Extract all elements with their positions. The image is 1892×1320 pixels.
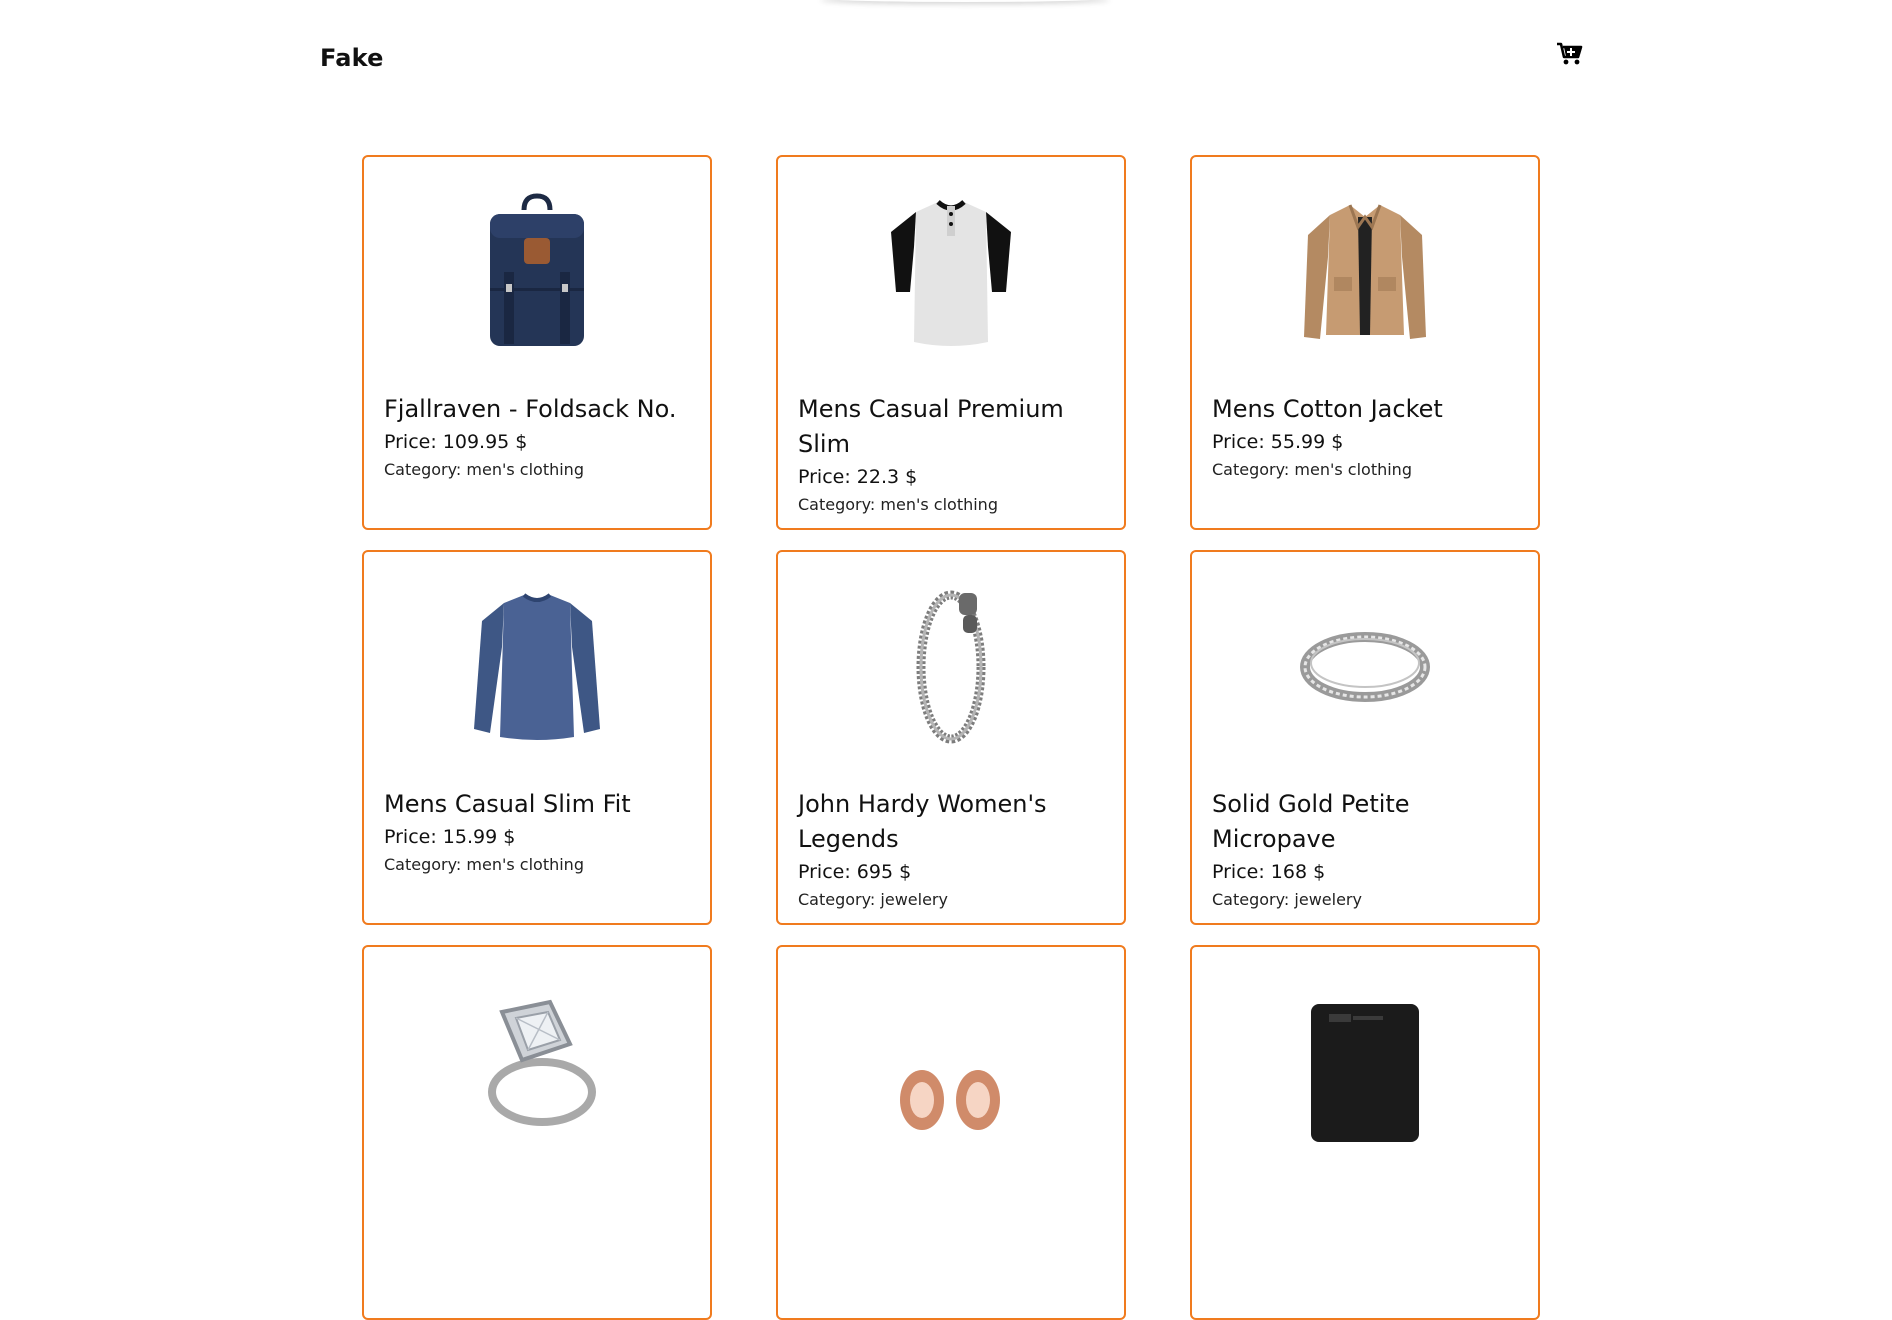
- product-title: Solid Gold Petite Micropave: [1212, 790, 1410, 853]
- diamond-ring-image: [384, 969, 690, 1154]
- top-shadow: [820, 0, 1110, 2]
- product-card[interactable]: [776, 945, 1126, 1320]
- product-price: Price: 22.3 $: [798, 466, 918, 488]
- product-card[interactable]: [1190, 945, 1540, 1320]
- product-title: Mens Cotton Jacket: [1212, 395, 1443, 423]
- product-card[interactable]: Mens Casual Premium Slim Price: 22.3 $ C…: [776, 155, 1126, 530]
- product-title: Mens Casual Premium Slim: [798, 395, 1064, 458]
- product-price: Price: 109.95 $: [384, 431, 528, 453]
- earrings-image: [798, 969, 1104, 1154]
- bracelet-image: [798, 574, 1104, 759]
- product-card[interactable]: Mens Cotton Jacket Price: 55.99 $ Catego…: [1190, 155, 1540, 530]
- product-category: Category: men's clothing: [384, 460, 584, 479]
- backpack-image: [384, 179, 690, 364]
- product-category: Category: men's clothing: [1212, 460, 1412, 479]
- product-title: John Hardy Women's Legends: [798, 790, 1047, 853]
- product-card[interactable]: Solid Gold Petite Micropave Price: 168 $…: [1190, 550, 1540, 925]
- product-card[interactable]: Fjallraven - Foldsack No. Price: 109.95 …: [362, 155, 712, 530]
- product-card[interactable]: Mens Casual Slim Fit Price: 15.99 $ Cate…: [362, 550, 712, 925]
- site-logo[interactable]: Fake: [320, 44, 384, 72]
- product-price: Price: 695 $: [798, 861, 912, 883]
- product-price: Price: 15.99 $: [384, 826, 516, 848]
- product-title: Mens Casual Slim Fit: [384, 790, 631, 818]
- hard-drive-image: [1212, 969, 1518, 1154]
- product-card[interactable]: [362, 945, 712, 1320]
- tshirt-image: [798, 179, 1104, 364]
- product-category: Category: men's clothing: [798, 495, 998, 514]
- product-grid: Fjallraven - Foldsack No. Price: 109.95 …: [362, 155, 1540, 1320]
- product-title: Fjallraven - Foldsack No.: [384, 395, 677, 423]
- longsleeve-image: [384, 574, 690, 759]
- product-category: Category: jewelery: [798, 890, 948, 909]
- product-category: Category: men's clothing: [384, 855, 584, 874]
- product-price: Price: 55.99 $: [1212, 431, 1344, 453]
- product-card[interactable]: John Hardy Women's Legends Price: 695 $ …: [776, 550, 1126, 925]
- product-category: Category: jewelery: [1212, 890, 1362, 909]
- jacket-image: [1212, 179, 1518, 364]
- ring-image: [1212, 574, 1518, 759]
- product-price: Price: 168 $: [1212, 861, 1326, 883]
- cart-icon[interactable]: [1556, 41, 1584, 67]
